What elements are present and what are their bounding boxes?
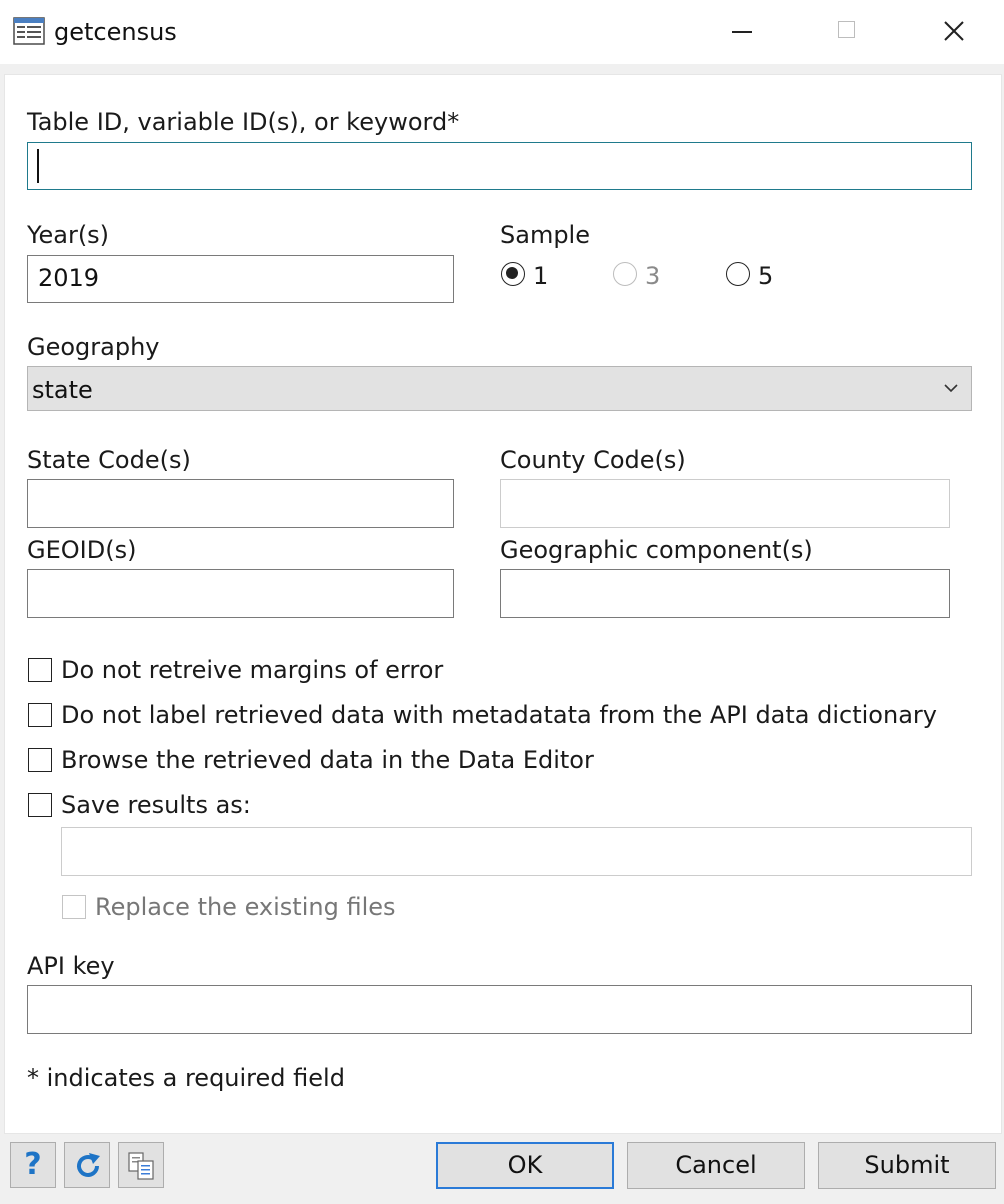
table-id-input[interactable]	[27, 142, 972, 190]
county-codes-label: County Code(s)	[500, 446, 686, 474]
title-bar: getcensus	[0, 0, 1004, 64]
chevron-down-icon	[944, 384, 958, 393]
cancel-button[interactable]: Cancel	[627, 1142, 805, 1189]
replace-checkbox	[62, 895, 86, 919]
api-key-label: API key	[27, 952, 115, 980]
geo-components-label: Geographic component(s)	[500, 536, 813, 564]
help-icon: ?	[24, 1147, 42, 1182]
geoids-input[interactable]	[27, 569, 454, 618]
sample-label: Sample	[500, 221, 590, 249]
geography-label: Geography	[27, 333, 160, 361]
sample-radio-1-label: 1	[533, 262, 549, 290]
copy-command-button[interactable]	[118, 1142, 164, 1188]
text-caret	[37, 149, 39, 183]
geography-value: state	[32, 376, 93, 404]
browse-checkbox[interactable]	[28, 748, 52, 772]
copy-command-icon	[128, 1152, 154, 1180]
help-button[interactable]: ?	[10, 1142, 56, 1188]
save-as-label: Save results as:	[61, 791, 251, 819]
county-codes-input[interactable]	[500, 479, 950, 528]
form-window-icon	[13, 17, 45, 45]
save-path-input[interactable]	[61, 827, 972, 876]
required-note: * indicates a required field	[27, 1064, 345, 1092]
sample-radio-5[interactable]	[726, 262, 750, 286]
sample-radio-1[interactable]	[501, 262, 525, 286]
years-input[interactable]: 2019	[27, 255, 454, 303]
ok-button[interactable]: OK	[436, 1142, 614, 1189]
window-title: getcensus	[54, 18, 177, 46]
close-icon	[944, 21, 964, 41]
table-id-label: Table ID, variable ID(s), or keyword*	[27, 108, 460, 136]
maximize-button[interactable]	[798, 0, 898, 64]
save-as-checkbox[interactable]	[28, 793, 52, 817]
geoids-label: GEOID(s)	[27, 536, 137, 564]
reset-icon	[77, 1153, 100, 1177]
submit-button[interactable]: Submit	[818, 1142, 996, 1189]
browse-label: Browse the retrieved data in the Data Ed…	[61, 746, 594, 774]
close-button[interactable]	[904, 0, 1004, 64]
no-moe-label: Do not retreive margins of error	[61, 656, 444, 684]
minimize-button[interactable]	[694, 0, 794, 64]
years-label: Year(s)	[27, 221, 110, 249]
geo-components-input[interactable]	[500, 569, 950, 618]
api-key-input[interactable]	[27, 985, 972, 1034]
no-label-checkbox[interactable]	[28, 703, 52, 727]
state-codes-label: State Code(s)	[27, 446, 191, 474]
no-label-label: Do not label retrieved data with metadat…	[61, 701, 937, 729]
sample-radio-5-label: 5	[758, 262, 774, 290]
replace-label: Replace the existing files	[95, 893, 396, 921]
reset-button[interactable]	[64, 1142, 110, 1188]
state-codes-input[interactable]	[27, 479, 454, 528]
geography-select[interactable]: state	[27, 366, 972, 411]
sample-radio-3	[613, 262, 637, 286]
years-value: 2019	[38, 264, 100, 292]
sample-radio-3-label: 3	[645, 262, 661, 290]
no-moe-checkbox[interactable]	[28, 658, 52, 682]
